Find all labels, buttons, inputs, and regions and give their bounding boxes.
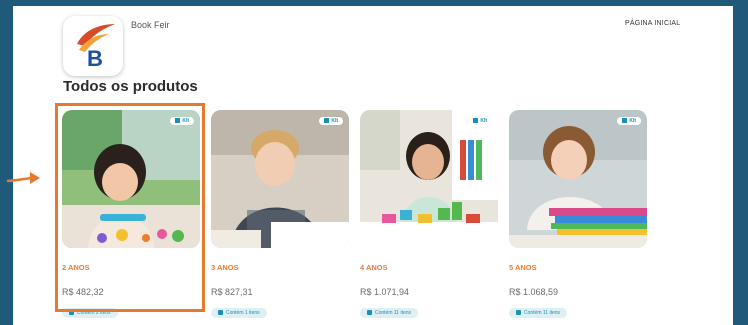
items-count-chip: Contém 2 itens [62,308,118,318]
product-age: 3 ANOS [211,263,239,272]
page-title: Todos os produtos [63,78,198,95]
product-image[interactable]: KIt [62,110,200,248]
brand-logo[interactable]: B [63,16,123,76]
product-card[interactable]: KIt 4 ANOS R$ 1.071,94 Contém 11 itens [360,110,498,319]
product-price: R$ 1.071,94 [360,287,410,297]
items-count-label: Contém 11 itens [375,310,412,316]
items-count-label: Contém 2 itens [77,310,111,316]
items-count-chip: Contém 1 itens [211,308,267,318]
bag-icon [69,310,74,316]
product-card[interactable]: KIt 2 ANOS R$ 482,32 Contém 2 itens [62,110,200,319]
product-image[interactable]: KIt [360,110,498,248]
product-age: 4 ANOS [360,263,388,272]
box-icon [473,118,479,124]
bag-icon [367,310,372,316]
kit-badge-label: KIt [182,118,189,124]
box-icon [622,118,628,124]
product-card[interactable]: KIt 3 ANOS R$ 827,31 Contém 1 itens [211,110,349,319]
arrow-right-icon [6,172,40,184]
product-price: R$ 1.068,59 [509,287,559,297]
kit-badge: KIt [319,117,343,125]
product-age: 2 ANOS [62,263,90,272]
kit-badge-label: KIt [331,118,338,124]
logo-letter: B [87,46,103,71]
bag-icon [516,310,521,316]
items-count-label: Contém 11 itens [524,310,561,316]
girl-building-blocks-image [360,110,498,248]
items-count-chip: Contém 11 itens [509,308,568,318]
bag-icon [218,310,223,316]
child-playing-clay-image [62,110,200,248]
box-icon [324,118,330,124]
product-price: R$ 827,31 [211,287,253,297]
kit-badge-label: KIt [629,118,636,124]
boy-writing-image [211,110,349,248]
product-card[interactable]: KIt 5 ANOS R$ 1.068,59 Contém 11 itens [509,110,647,319]
items-count-label: Contém 1 itens [226,310,260,316]
product-image[interactable]: KIt [509,110,647,248]
kit-badge: KIt [468,117,492,125]
girl-with-books-image [509,110,647,248]
page-frame: B Book Feir PÁGINA INICIAL Todos os prod… [13,6,733,325]
brand-name: Book Feir [131,20,170,30]
items-count-chip: Contém 11 itens [360,308,419,318]
nav-home-link[interactable]: PÁGINA INICIAL [625,20,680,27]
product-age: 5 ANOS [509,263,537,272]
product-price: R$ 482,32 [62,287,104,297]
kit-badge: KIt [617,117,641,125]
product-image[interactable]: KIt [211,110,349,248]
box-icon [175,118,181,124]
kit-badge-label: KIt [480,118,487,124]
logo-mark-icon: B [77,24,115,71]
kit-badge: KIt [170,117,194,125]
